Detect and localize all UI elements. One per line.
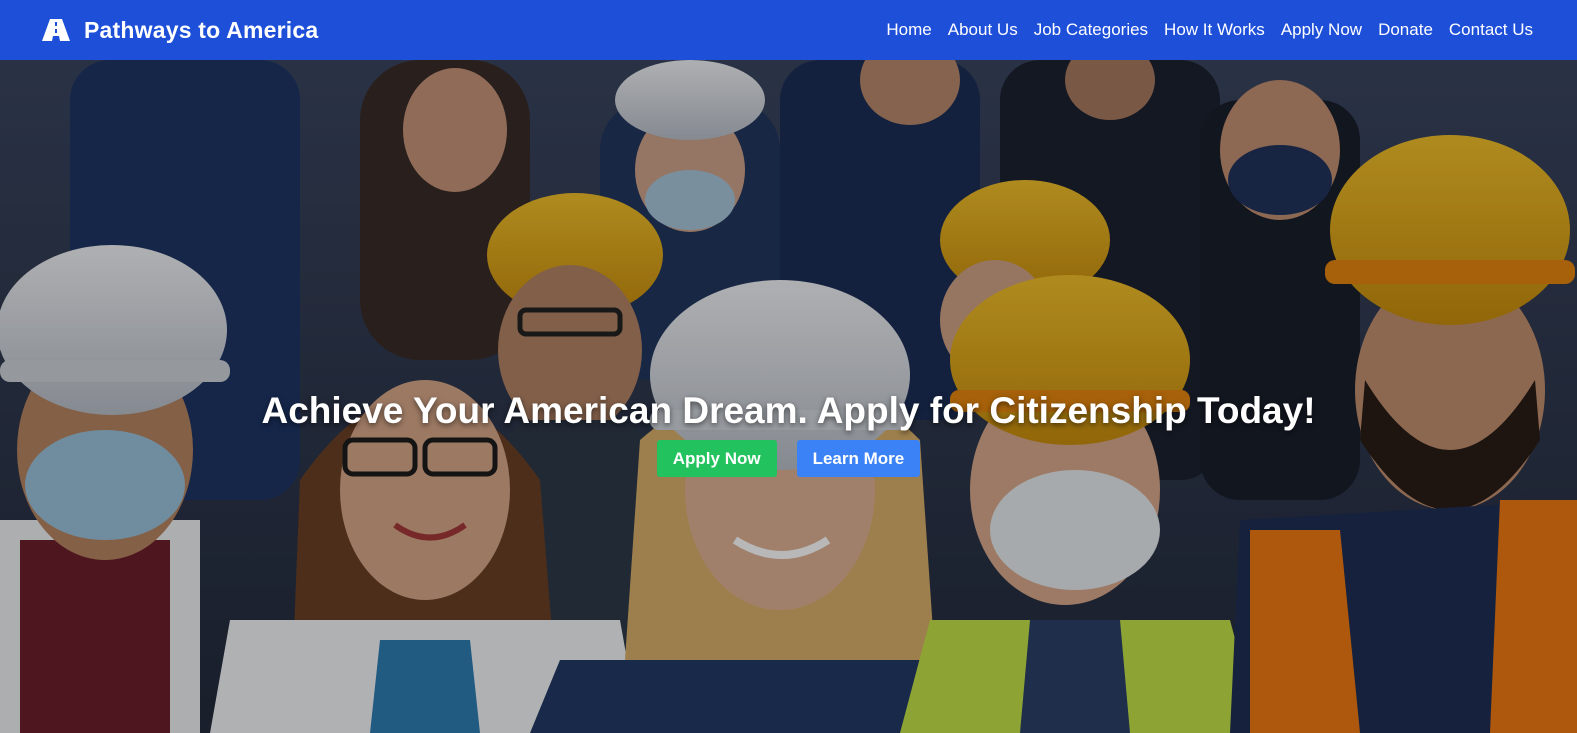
- hero-section: Achieve Your American Dream. Apply for C…: [0, 60, 1577, 733]
- hero-buttons: Apply Now Learn More: [656, 440, 921, 477]
- nav-home[interactable]: Home: [886, 20, 931, 40]
- nav-how-it-works[interactable]: How It Works: [1164, 20, 1265, 40]
- nav-donate[interactable]: Donate: [1378, 20, 1433, 40]
- hero-title: Achieve Your American Dream. Apply for C…: [261, 390, 1316, 431]
- nav-about-us[interactable]: About Us: [948, 20, 1018, 40]
- learn-more-button[interactable]: Learn More: [796, 440, 921, 477]
- apply-now-button[interactable]: Apply Now: [656, 440, 777, 477]
- nav-apply-now[interactable]: Apply Now: [1281, 20, 1362, 40]
- brand-name: Pathways to America: [84, 16, 319, 43]
- hero-content: Achieve Your American Dream. Apply for C…: [0, 390, 1577, 477]
- nav-contact-us[interactable]: Contact Us: [1449, 20, 1533, 40]
- road-logo-icon: [42, 19, 70, 41]
- brand[interactable]: Pathways to America: [42, 17, 318, 44]
- nav-job-categories[interactable]: Job Categories: [1034, 20, 1148, 40]
- main-nav: Home About Us Job Categories How It Work…: [886, 20, 1533, 40]
- site-header: Pathways to America Home About Us Job Ca…: [0, 0, 1577, 60]
